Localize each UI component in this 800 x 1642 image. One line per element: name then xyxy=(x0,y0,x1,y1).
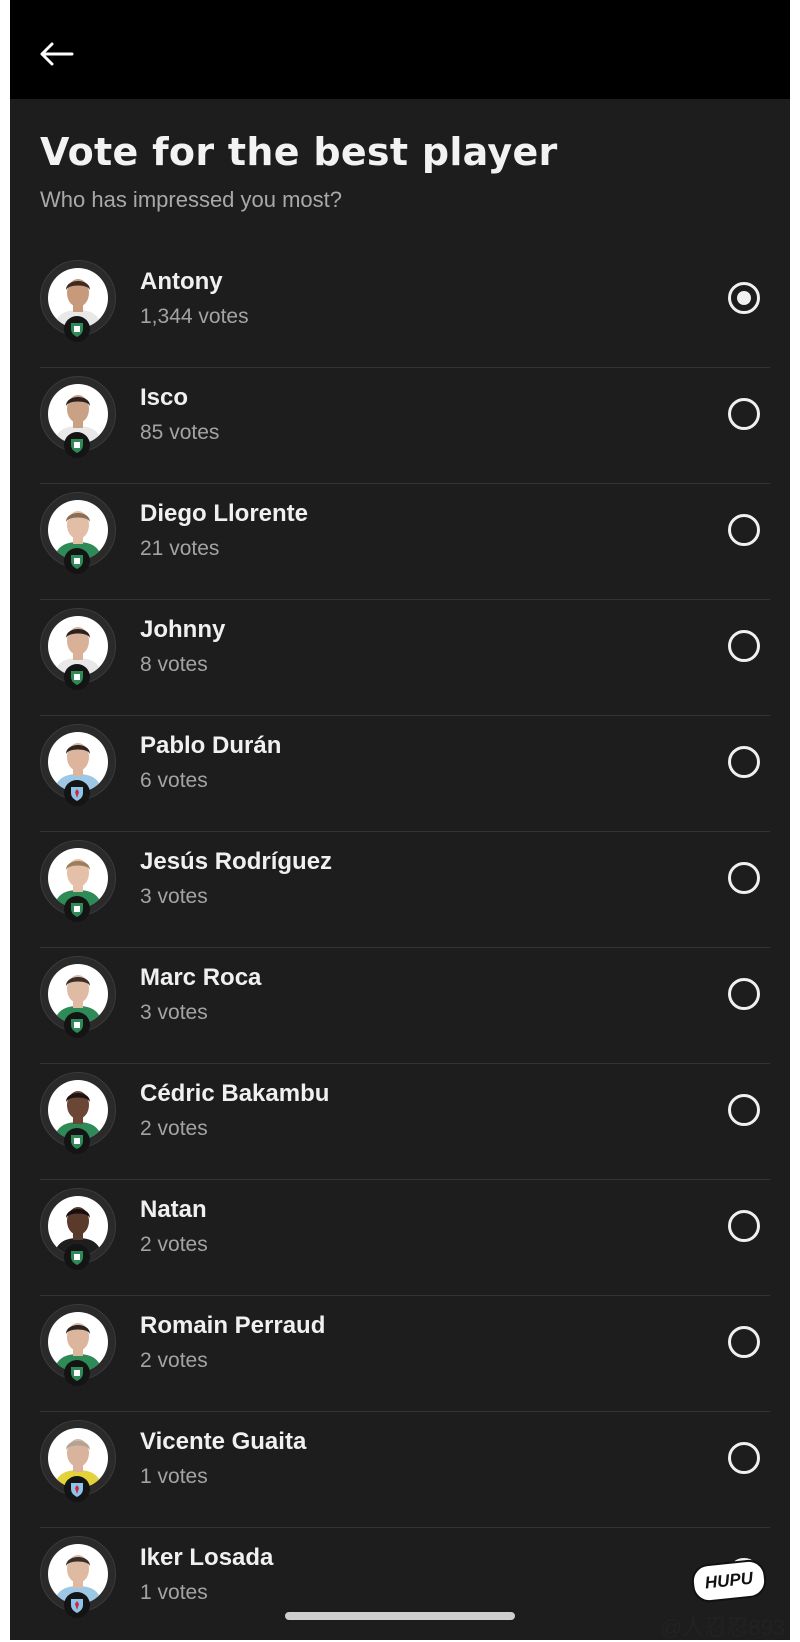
player-row[interactable]: Romain Perraud 2 votes xyxy=(40,1296,770,1412)
player-avatar-group xyxy=(40,1536,116,1620)
player-name: Iker Losada xyxy=(140,1544,274,1571)
player-name: Isco xyxy=(140,384,189,411)
betis-crest-icon xyxy=(64,1360,90,1386)
player-avatar-group xyxy=(40,1420,116,1504)
radio-button[interactable] xyxy=(728,630,760,662)
arrow-left-icon xyxy=(40,42,74,66)
player-avatar-group xyxy=(40,1072,116,1156)
player-avatar-group xyxy=(40,1304,116,1388)
radio-button[interactable] xyxy=(728,1442,760,1474)
player-row[interactable]: Antony 1,344 votes xyxy=(40,252,770,368)
vote-count: 3 votes xyxy=(140,885,208,908)
betis-crest-icon xyxy=(64,316,90,342)
player-name: Johnny xyxy=(140,616,226,643)
player-avatar-group xyxy=(40,956,116,1040)
player-row[interactable]: Pablo Durán 6 votes xyxy=(40,716,770,832)
radio-button[interactable] xyxy=(728,1326,760,1358)
player-name: Pablo Durán xyxy=(140,732,282,759)
celta-crest-icon xyxy=(64,1592,90,1618)
player-name: Cédric Bakambu xyxy=(140,1080,330,1107)
betis-crest-icon xyxy=(64,432,90,458)
poll-title: Vote for the best player xyxy=(40,130,558,174)
back-button[interactable] xyxy=(34,34,78,74)
player-row[interactable]: Johnny 8 votes xyxy=(40,600,770,716)
app-screen: Vote for the best player Who has impress… xyxy=(10,0,790,1640)
vote-count: 1 votes xyxy=(140,1581,208,1604)
vote-count: 3 votes xyxy=(140,1001,208,1024)
radio-dot xyxy=(737,291,751,305)
player-avatar-group xyxy=(40,376,116,460)
player-name: Diego Llorente xyxy=(140,500,309,527)
radio-button[interactable] xyxy=(728,746,760,778)
player-row[interactable]: Diego Llorente 21 votes xyxy=(40,484,770,600)
vote-count: 1,344 votes xyxy=(140,305,249,328)
radio-button[interactable] xyxy=(728,1094,760,1126)
player-name: Marc Roca xyxy=(140,964,262,991)
player-row[interactable]: Marc Roca 3 votes xyxy=(40,948,770,1064)
player-row[interactable]: Natan 2 votes xyxy=(40,1180,770,1296)
betis-crest-icon xyxy=(64,664,90,690)
vote-count: 1 votes xyxy=(140,1465,208,1488)
player-name: Antony xyxy=(140,268,223,295)
vote-count: 21 votes xyxy=(140,537,220,560)
betis-crest-icon xyxy=(64,896,90,922)
radio-button-selected[interactable] xyxy=(728,282,760,314)
radio-button[interactable] xyxy=(728,978,760,1010)
celta-crest-icon xyxy=(64,1476,90,1502)
home-indicator[interactable] xyxy=(285,1612,515,1620)
poll-subtitle: Who has impressed you most? xyxy=(40,187,343,212)
betis-crest-icon xyxy=(64,1012,90,1038)
player-name: Romain Perraud xyxy=(140,1312,326,1339)
radio-button[interactable] xyxy=(728,1210,760,1242)
watermark-text: @人忍忍893 xyxy=(660,1615,786,1640)
vote-count: 2 votes xyxy=(140,1117,208,1140)
player-avatar-group xyxy=(40,492,116,576)
player-name: Vicente Guaita xyxy=(140,1428,307,1455)
player-list: Antony 1,344 votes Isco 85 votes Diego Llore… xyxy=(40,252,770,1640)
radio-button[interactable] xyxy=(728,514,760,546)
player-row[interactable]: Jesús Rodríguez 3 votes xyxy=(40,832,770,948)
player-name: Natan xyxy=(140,1196,207,1223)
vote-count: 85 votes xyxy=(140,421,220,444)
player-avatar-group xyxy=(40,608,116,692)
celta-crest-icon xyxy=(64,780,90,806)
vote-count: 8 votes xyxy=(140,653,208,676)
player-row[interactable]: Vicente Guaita 1 votes xyxy=(40,1412,770,1528)
vote-count: 2 votes xyxy=(140,1349,208,1372)
radio-button[interactable] xyxy=(728,398,760,430)
radio-button[interactable] xyxy=(728,862,760,894)
player-row[interactable]: Isco 85 votes xyxy=(40,368,770,484)
player-avatar-group xyxy=(40,1188,116,1272)
betis-crest-icon xyxy=(64,548,90,574)
top-app-bar xyxy=(10,0,790,99)
vote-count: 6 votes xyxy=(140,769,208,792)
vote-count: 2 votes xyxy=(140,1233,208,1256)
player-avatar-group xyxy=(40,260,116,344)
betis-crest-icon xyxy=(64,1244,90,1270)
player-row[interactable]: Cédric Bakambu 2 votes xyxy=(40,1064,770,1180)
player-name: Jesús Rodríguez xyxy=(140,848,333,875)
player-avatar-group xyxy=(40,724,116,808)
betis-crest-icon xyxy=(64,1128,90,1154)
player-avatar-group xyxy=(40,840,116,924)
